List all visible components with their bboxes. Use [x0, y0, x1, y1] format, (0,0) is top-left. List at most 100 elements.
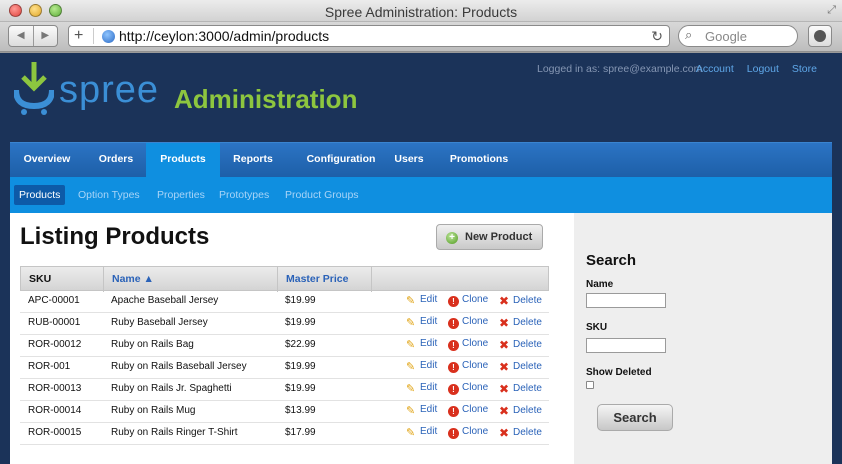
edit-label: Edit — [420, 294, 438, 305]
tab-promotions[interactable]: Promotions — [442, 143, 516, 178]
browser-search-field[interactable]: ⌕ Google — [678, 25, 798, 47]
subtab-products[interactable]: Products — [14, 185, 66, 205]
page-title: Listing Products — [20, 223, 210, 250]
table-row: ROR-00015 Ruby on Rails Ringer T-Shirt $17… — [20, 423, 549, 445]
search-icon: ⌕ — [685, 27, 693, 42]
spree-logo[interactable]: spree — [13, 60, 159, 116]
delete-label: Delete — [513, 295, 542, 306]
reload-icon[interactable]: ↻ — [651, 26, 663, 46]
delete-label: Delete — [513, 361, 542, 372]
logout-link[interactable]: Logout — [747, 63, 779, 75]
edit-label: Edit — [420, 316, 438, 327]
sku-cell: ROR-00014 — [28, 405, 82, 416]
delete-action[interactable]: ✖ Delete — [499, 360, 542, 374]
subtab-prototypes[interactable]: Prototypes — [214, 185, 274, 205]
edit-action[interactable]: ✎ Edit — [406, 404, 437, 417]
edit-label: Edit — [420, 360, 438, 371]
delete-action[interactable]: ✖ Delete — [499, 338, 542, 352]
clone-action[interactable]: ! Clone — [448, 404, 488, 417]
delete-label: Delete — [513, 317, 542, 328]
subtab-product-groups[interactable]: Product Groups — [280, 185, 364, 205]
table-row: RUB-00001 Ruby Baseball Jersey $19.99 ✎ Edit… — [20, 313, 549, 335]
clone-icon: ! — [448, 296, 459, 307]
show-deleted-checkbox[interactable] — [586, 381, 594, 389]
sku-label: SKU — [586, 322, 608, 333]
header-master-price[interactable]: Master Price — [278, 267, 372, 292]
clone-action[interactable]: ! Clone — [448, 294, 488, 307]
sku-cell: ROR-00015 — [28, 427, 82, 438]
clone-action[interactable]: ! Clone — [448, 316, 488, 329]
edit-action[interactable]: ✎ Edit — [406, 382, 437, 395]
delete-action[interactable]: ✖ Delete — [499, 426, 542, 440]
top-links: Account Logout Store — [696, 63, 817, 75]
delete-action[interactable]: ✖ Delete — [499, 404, 542, 418]
tab-orders[interactable]: Orders — [84, 143, 148, 178]
edit-action[interactable]: ✎ Edit — [406, 316, 438, 329]
tab-configuration[interactable]: Configuration — [286, 143, 396, 178]
clone-label: Clone — [462, 382, 489, 393]
table-row: ROR-001 Ruby on Rails Baseball Jersey $19.… — [20, 357, 549, 379]
edit-action[interactable]: ✎ Edit — [406, 360, 438, 373]
edit-action[interactable]: ✎ Edit — [406, 426, 438, 439]
sku-cell: ROR-001 — [28, 361, 71, 372]
main-nav: Overview Orders Products Reports Configu… — [10, 142, 832, 178]
tab-products[interactable]: Products — [146, 143, 220, 178]
store-link[interactable]: Store — [792, 63, 817, 75]
back-icon[interactable]: ◀ — [9, 26, 34, 46]
name-search-input[interactable] — [586, 293, 666, 308]
pencil-icon: ✎ — [406, 361, 416, 373]
tab-reports[interactable]: Reports — [220, 143, 286, 178]
add-bookmark-icon[interactable]: + — [74, 26, 83, 46]
price-cell: $22.99 — [285, 339, 316, 350]
subtab-properties[interactable]: Properties — [152, 185, 210, 205]
address-bar[interactable]: + http://ceylon:3000/admin/products ↻ — [68, 25, 670, 47]
clone-action[interactable]: ! Clone — [448, 426, 488, 439]
name-cell: Ruby on Rails Mug — [111, 405, 196, 416]
forward-icon[interactable]: ▶ — [34, 26, 58, 46]
delete-label: Delete — [513, 383, 542, 394]
url-text[interactable]: http://ceylon:3000/admin/products — [119, 28, 329, 45]
tab-overview[interactable]: Overview — [10, 143, 84, 178]
header-sku[interactable]: SKU — [21, 267, 104, 292]
sku-cell: ROR-00012 — [28, 339, 82, 350]
pencil-icon: ✎ — [406, 405, 416, 417]
downloads-icon[interactable] — [808, 25, 832, 47]
search-title: Search — [586, 252, 637, 269]
price-cell: $13.99 — [285, 405, 316, 416]
subtab-option-types[interactable]: Option Types — [73, 185, 145, 205]
search-button[interactable]: Search — [597, 404, 673, 431]
edit-action[interactable]: ✎ Edit — [406, 294, 438, 307]
browser-toolbar: ◀ ▶ + http://ceylon:3000/admin/products … — [0, 22, 842, 52]
table-row: ROR-00014 Ruby on Rails Mug $13.99 ✎ Edit! Cl… — [20, 401, 549, 423]
fullscreen-icon[interactable]: ⤢ — [827, 4, 836, 17]
header-name[interactable]: Name ▲ — [104, 267, 278, 292]
edit-label: Edit — [420, 426, 438, 437]
sku-cell: APC-00001 — [28, 295, 80, 306]
clone-action[interactable]: ! Clone — [448, 360, 488, 373]
clone-label: Clone — [462, 404, 489, 415]
globe-icon — [102, 30, 115, 43]
sku-search-input[interactable] — [586, 338, 666, 353]
back-forward-buttons: ◀ ▶ — [8, 25, 58, 47]
delete-action[interactable]: ✖ Delete — [499, 316, 542, 330]
tab-users[interactable]: Users — [388, 143, 430, 178]
new-product-button[interactable]: + New Product — [436, 224, 543, 250]
search-placeholder: Google — [705, 29, 747, 44]
delete-action[interactable]: ✖ Delete — [499, 382, 542, 396]
clone-icon: ! — [448, 340, 459, 351]
clone-action[interactable]: ! Clone — [448, 338, 488, 351]
delete-action[interactable]: ✖ Delete — [499, 294, 542, 308]
clone-action[interactable]: ! Clone — [448, 382, 488, 395]
price-cell: $19.99 — [285, 383, 316, 394]
clone-icon: ! — [448, 406, 459, 417]
account-link[interactable]: Account — [696, 63, 734, 75]
pencil-icon: ✎ — [406, 383, 416, 395]
name-cell: Ruby on Rails Ringer T-Shirt — [111, 427, 238, 438]
clone-label: Clone — [462, 338, 489, 349]
price-cell: $19.99 — [285, 317, 316, 328]
products-table: SKU Name ▲ Master Price APC-00001 Apache … — [20, 266, 549, 445]
name-cell: Apache Baseball Jersey — [111, 295, 219, 306]
clone-label: Clone — [462, 294, 489, 305]
add-icon: + — [446, 232, 458, 244]
edit-action[interactable]: ✎ Edit — [406, 338, 437, 351]
